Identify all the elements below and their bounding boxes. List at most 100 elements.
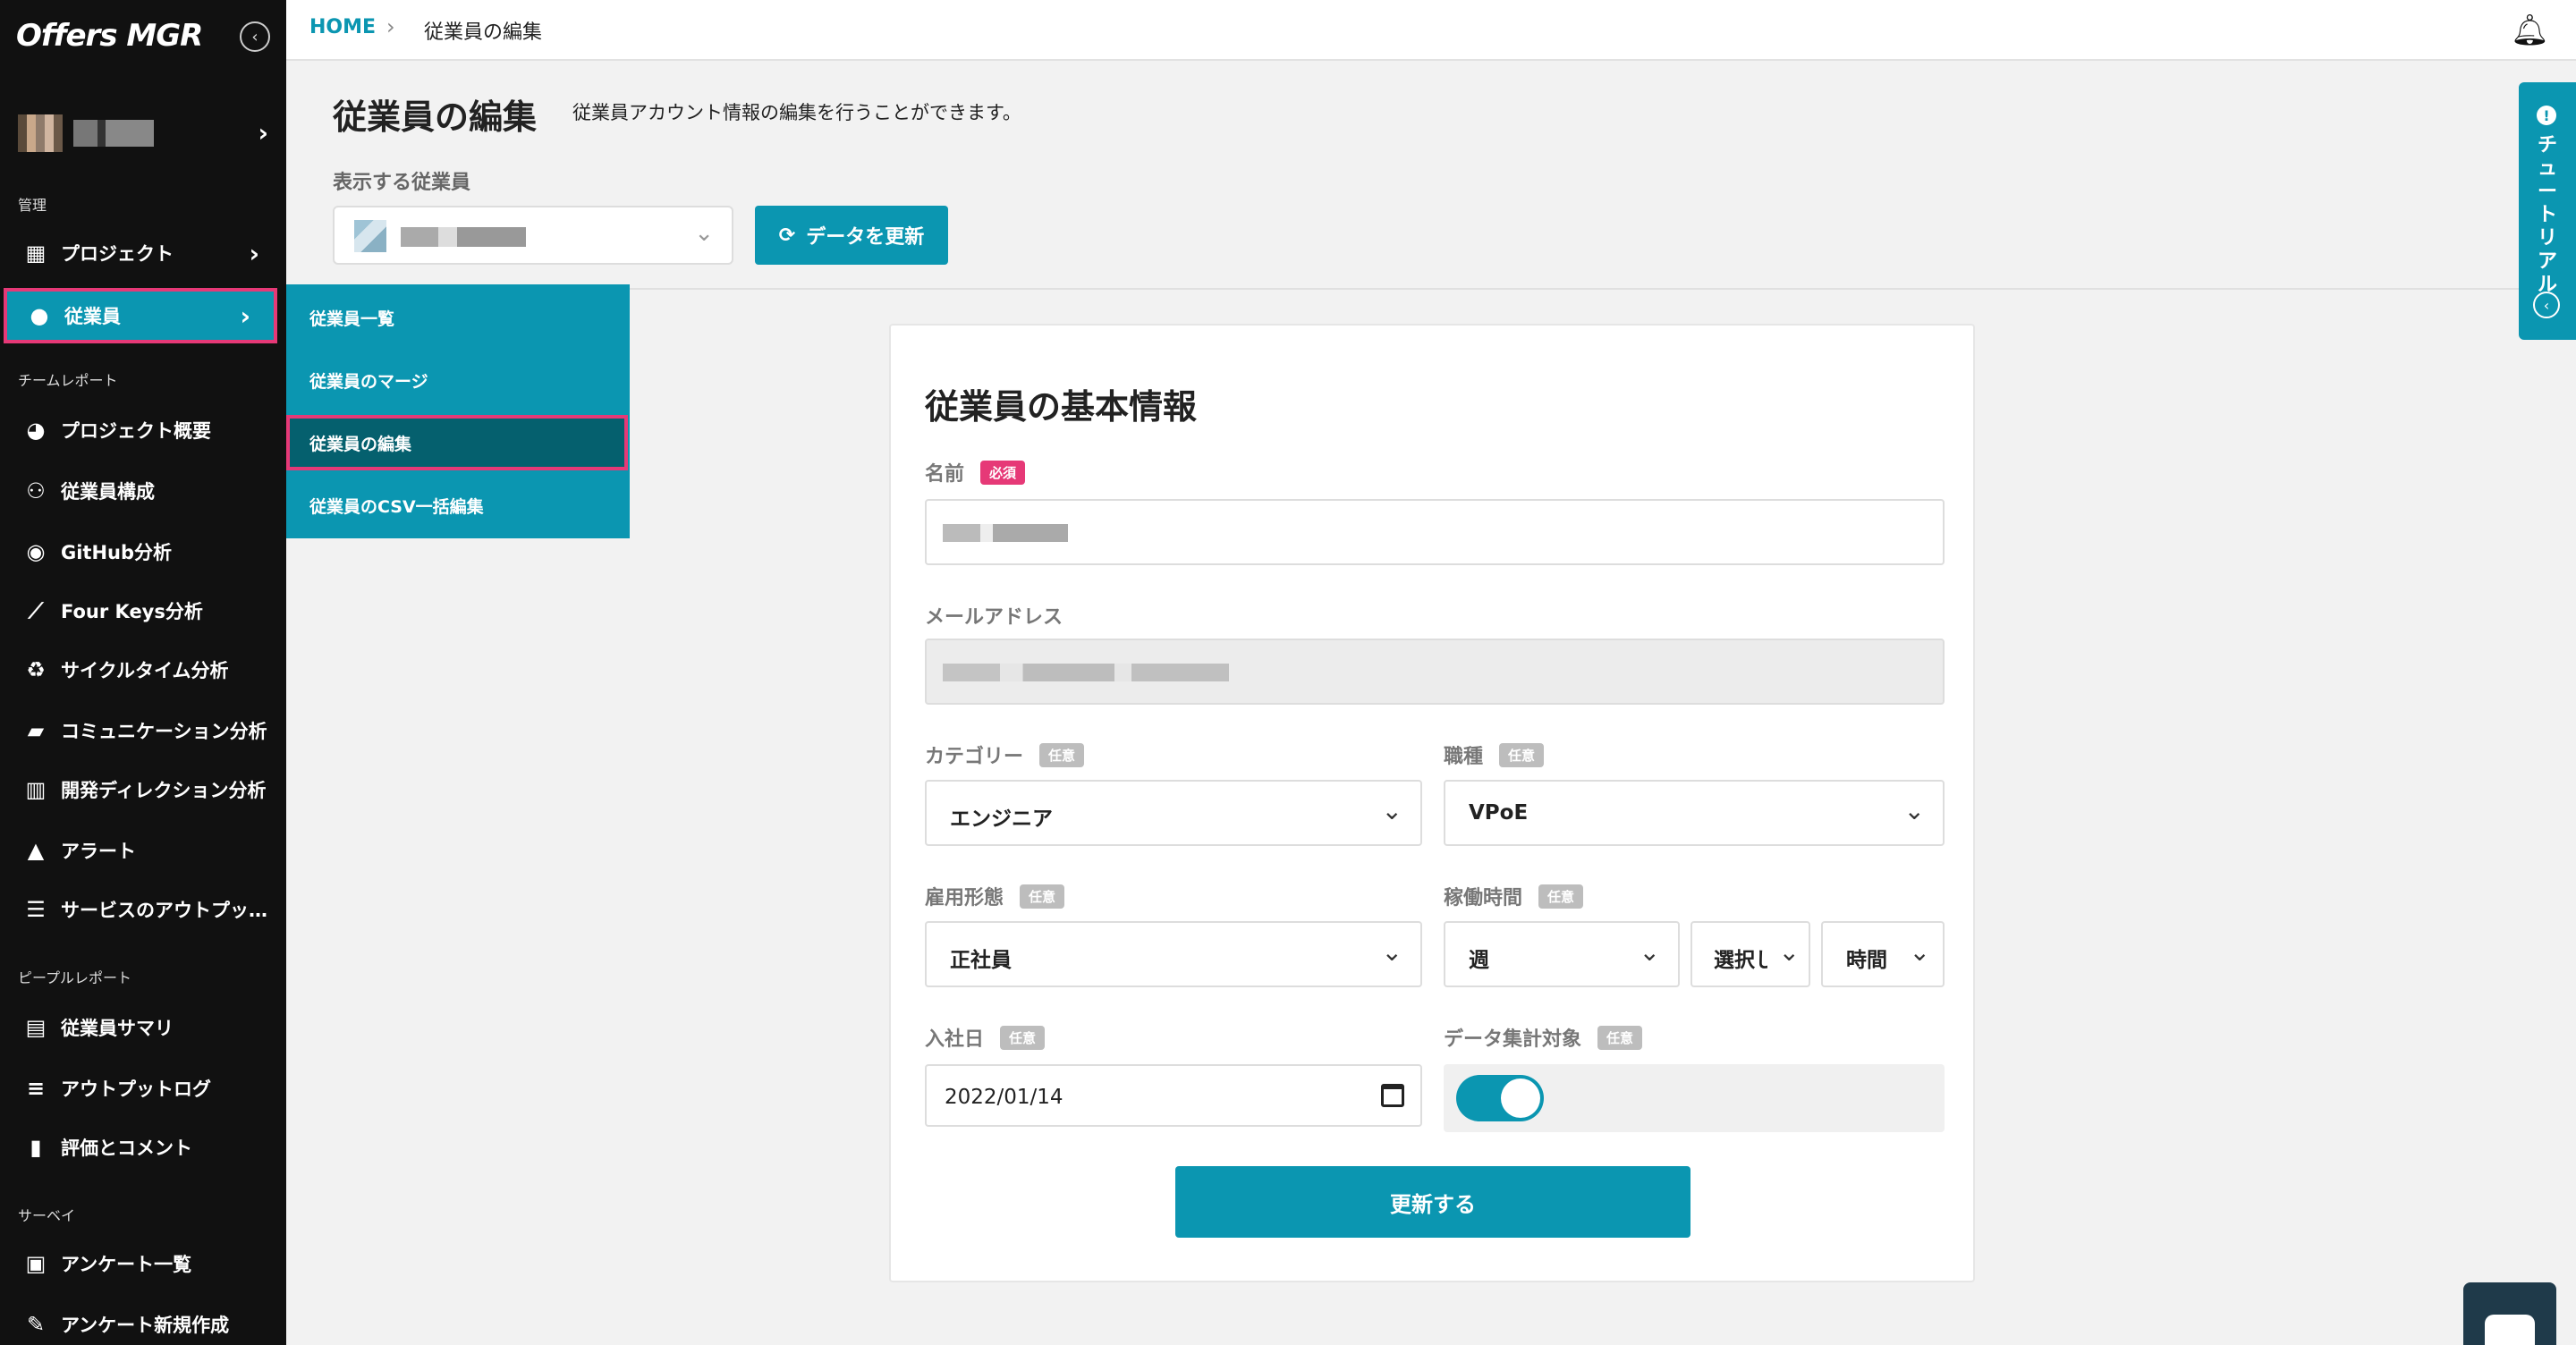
name-value-blurred [943,524,1068,542]
sidebar-item-github[interactable]: ◉ GitHub分析 [0,524,286,579]
recycle-icon: ♻ [26,657,46,682]
toggle-knob [1501,1079,1540,1118]
users-icon: ⚇ [26,478,46,503]
app-logo[interactable]: Offers MGR [16,18,203,54]
update-button[interactable]: 更新する [1175,1166,1690,1238]
hours-unit-select[interactable]: 時間 ⌄ [1821,921,1945,987]
employee-basic-info-card: 従業員の基本情報 名前 必須 メールアドレス カテゴリー 任意 エンジニア ⌄ … [889,324,1975,1282]
section-people-report: ピープルレポート [18,969,132,986]
refresh-data-button[interactable]: ⟳ データを更新 [755,206,948,265]
sidebar-item-alert[interactable]: ▲ アラート [0,823,286,878]
list-icon: ≡ [26,1076,46,1101]
join-date-field[interactable]: 2022/01/14 [925,1064,1422,1127]
tutorial-label: チュートリアル [2537,134,2557,296]
topbar: HOME › 従業員の編集 🔔︎ [286,0,2576,61]
tutorial-tab[interactable]: ! チュートリアル ‹ [2519,82,2576,340]
sidebar-item-survey-new[interactable]: ✎ アンケート新規作成 [0,1297,286,1345]
hours-value-select[interactable]: 選択し ⌄ [1690,921,1810,987]
email-field [925,639,1945,705]
optional-badge: 任意 [1000,1025,1046,1050]
page-header: 従業員の編集 従業員アカウント情報の編集を行うことができます。 表示する従業員 … [286,63,2576,290]
submenu-item-employee-merge[interactable]: 従業員のマージ [286,352,630,408]
info-icon: ! [2537,106,2556,125]
card-title: 従業員の基本情報 [925,387,1198,427]
join-date-label: 入社日 任意 [925,1023,1046,1052]
required-badge: 必須 [980,460,1026,485]
notification-bell-icon[interactable]: 🔔︎ [2511,13,2549,48]
chevron-down-icon: ⌄ [1903,796,1925,825]
chevron-left-icon[interactable]: ‹ [2533,292,2560,318]
section-team-report: チームレポート [18,372,118,389]
sidebar-item-project-overview[interactable]: ◕ プロジェクト概要 [0,402,286,458]
employee-name-blurred [401,227,526,247]
name-label: 名前 必須 [925,458,1026,486]
sidebar-item-evaluation[interactable]: ▮ 評価とコメント [0,1120,286,1175]
chevron-down-icon: ⌄ [1381,796,1402,825]
sidebar-item-employee-composition[interactable]: ⚇ 従業員構成 [0,463,286,519]
category-label: カテゴリー 任意 [925,740,1085,769]
employment-select[interactable]: 正社員 ⌄ [925,921,1422,987]
page-description: 従業員アカウント情報の編集を行うことができます。 [572,102,1021,123]
chevron-right-icon: › [240,300,250,331]
sidebar-item-project[interactable]: ▦ プロジェクト › [0,225,286,281]
avatar [18,114,63,152]
email-value-blurred [943,664,1229,681]
submenu-item-employee-csv-edit[interactable]: 従業員のCSV一括編集 [286,478,630,533]
file-icon: ▮ [30,1135,42,1160]
employee-avatar [354,220,386,252]
sidebar-item-direction[interactable]: ▥ 開発ディレクション分析 [0,762,286,817]
breadcrumb-home[interactable]: HOME [309,16,376,38]
chat-widget-button[interactable] [2463,1282,2556,1345]
sidebar-collapse-button[interactable]: ‹ [240,21,270,52]
section-survey: サーベイ [18,1207,76,1224]
chat-icon [2485,1315,2535,1345]
chevron-right-icon: › [386,14,395,39]
sidebar-item-survey-list[interactable]: ▣ アンケート一覧 [0,1236,286,1291]
name-field[interactable] [925,499,1945,565]
sidebar-item-employee-summary[interactable]: ▤ 従業員サマリ [0,1000,286,1055]
sidebar-item-service-output[interactable]: ☰ サービスのアウトプット… [0,882,286,937]
user-name-blurred [73,120,154,147]
chevron-right-icon: › [249,238,259,268]
aggregate-toggle[interactable] [1456,1075,1544,1121]
category-select[interactable]: エンジニア ⌄ [925,780,1422,846]
user-icon: ● [30,303,49,328]
sidebar-item-cycle-time[interactable]: ♻ サイクルタイム分析 [0,642,286,698]
chevron-right-icon: › [258,118,268,148]
sidebar-item-communication[interactable]: ▰ コミュニケーション分析 [0,703,286,758]
survey-icon: ▣ [25,1251,47,1276]
job-select[interactable]: VPoE ⌄ [1444,780,1945,846]
pie-chart-icon: ◕ [26,418,46,443]
submenu-item-employee-edit[interactable]: 従業員の編集 [286,415,628,470]
employee-select[interactable]: ⌄ [333,206,733,265]
user-menu[interactable]: › [18,114,268,152]
chevron-down-icon: ⌄ [1639,937,1660,967]
bar-chart-icon: ▥ [25,777,47,802]
aggregate-label: データ集計対象 任意 [1444,1023,1643,1052]
chevron-down-icon: ⌄ [694,220,714,247]
sidebar-item-four-keys[interactable]: ⟋ Four Keys分析 [0,583,286,639]
employee-select-label: 表示する従業員 [333,172,471,194]
employment-label: 雇用形態 任意 [925,882,1065,910]
chevron-down-icon: ⌄ [1778,937,1800,967]
submenu-item-employee-list[interactable]: 従業員一覧 [286,290,630,345]
refresh-icon: ⟳ [778,224,796,247]
building-icon: ▦ [25,241,47,266]
sidebar-item-output-log[interactable]: ≡ アウトプットログ [0,1061,286,1116]
email-label: メールアドレス [925,606,1063,629]
hours-period-select[interactable]: 週 ⌄ [1444,921,1680,987]
id-card-icon: ▤ [25,1015,47,1040]
sidebar-item-employee[interactable]: ● 従業員 › [4,288,277,343]
chevron-left-icon: ‹ [251,27,258,47]
section-manage: 管理 [18,197,47,214]
chat-icon: ▰ [27,718,45,743]
github-icon: ◉ [26,539,46,564]
aggregate-toggle-container [1444,1064,1945,1132]
line-chart-icon: ⟋ [28,598,44,623]
chevron-down-icon: ⌄ [1909,937,1930,967]
breadcrumb-current: 従業員の編集 [424,21,543,44]
employee-submenu: 従業員一覧 従業員のマージ 従業員の編集 従業員のCSV一括編集 [286,284,630,538]
calendar-icon[interactable] [1381,1084,1404,1107]
optional-badge: 任意 [1020,884,1065,909]
optional-badge: 任意 [1039,742,1085,767]
